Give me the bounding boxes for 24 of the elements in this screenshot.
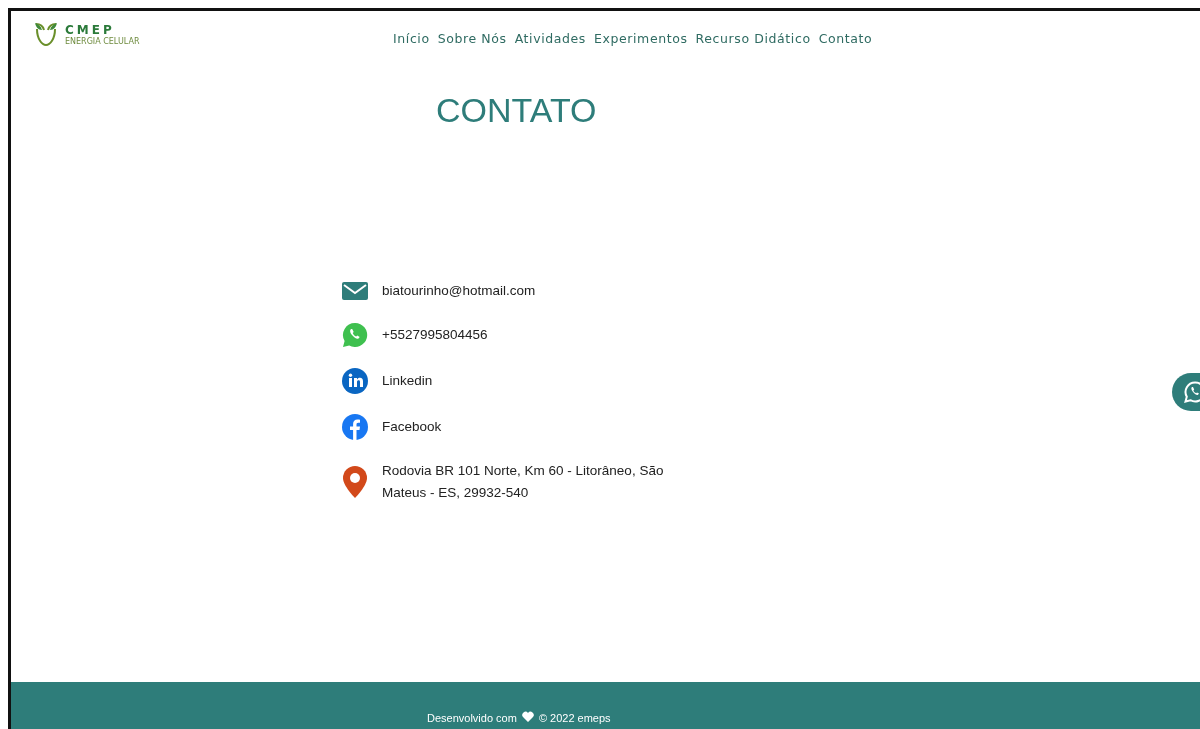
location-pin-icon: [342, 466, 368, 498]
contact-text: Facebook: [382, 418, 443, 436]
logo-subtitle: ENERGIA CELULAR: [65, 36, 140, 46]
nav-link[interactable]: Sobre Nós: [437, 31, 507, 46]
nav-link[interactable]: Recurso Didático: [695, 31, 811, 46]
contact-text: biatourinho@hotmail.com: [382, 282, 537, 300]
page-heading: CONTATO: [436, 91, 598, 130]
contact-text: Rodovia BR 101 Norte, Km 60 - Litorâneo, São Mateus - ES, 29932-540: [382, 462, 665, 502]
footer-text: © 2022 emeps: [538, 712, 611, 724]
facebook-icon: [342, 414, 368, 440]
contact-text: Linkedin: [382, 372, 434, 390]
nav-link[interactable]: Experimentos: [593, 31, 688, 46]
envelope-icon: [342, 282, 368, 300]
whatsapp-icon: [342, 322, 368, 348]
nav-link[interactable]: Contato: [818, 31, 873, 46]
nav-link[interactable]: Atividades: [514, 31, 586, 46]
heart-icon: [521, 711, 534, 722]
contact-text: +5527995804456: [382, 326, 489, 344]
footer-text: Desenvolvido com: [427, 712, 517, 724]
whatsapp-icon: [1184, 381, 1200, 403]
linkedin-icon: [342, 368, 368, 394]
logo-icon: [33, 21, 59, 47]
logo-title: CMEP: [65, 22, 116, 37]
nav-link[interactable]: Início: [393, 31, 430, 46]
